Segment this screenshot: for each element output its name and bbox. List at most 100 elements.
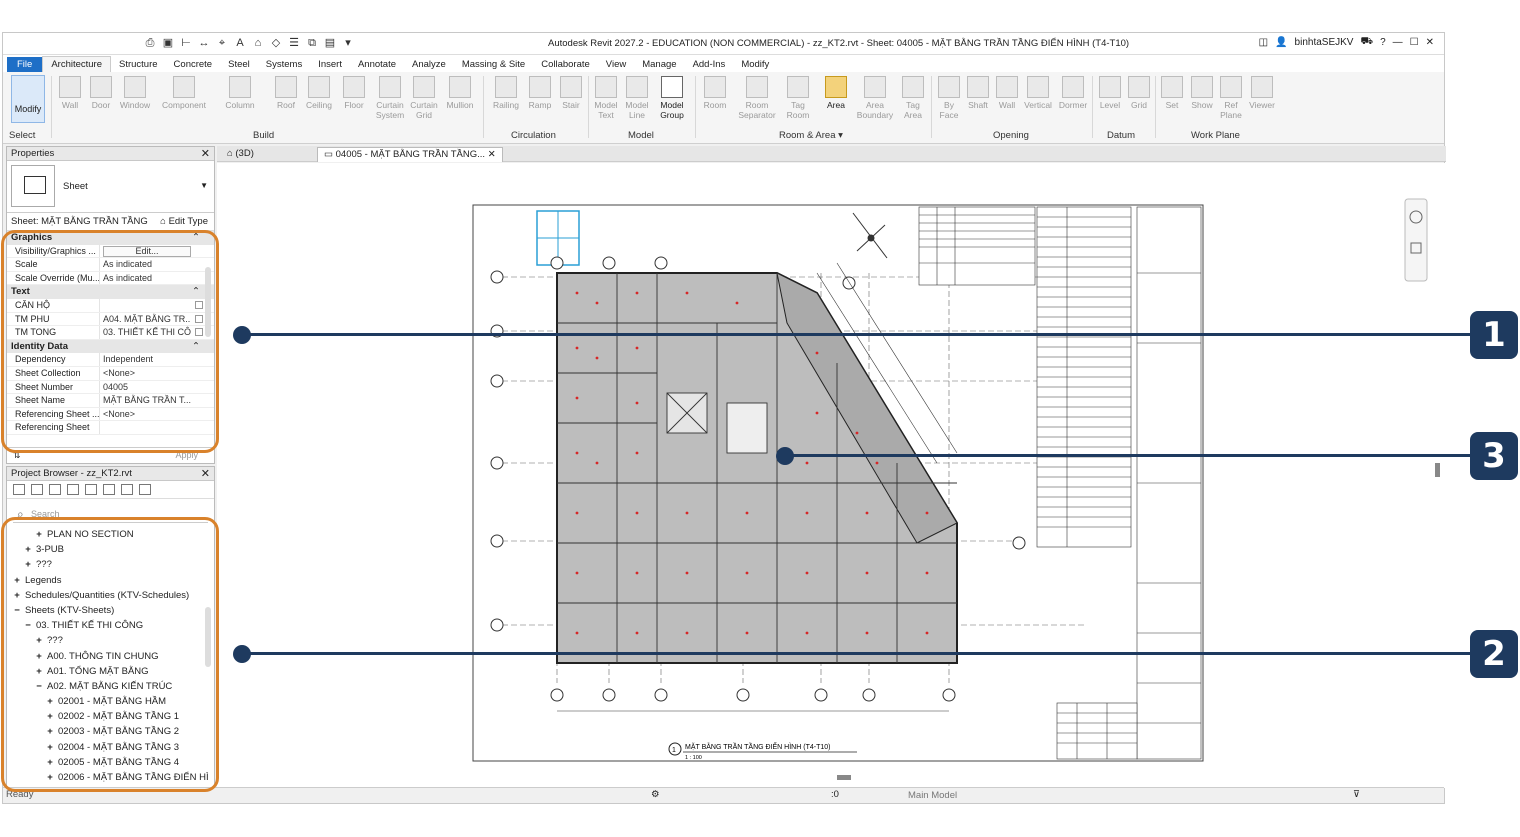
tab-structure[interactable]: Structure (111, 57, 166, 72)
tab-add-ins[interactable]: Add-Ins (685, 57, 734, 72)
user-name[interactable]: binhtaSEJKV (1295, 37, 1354, 48)
tag-icon[interactable]: ⌖ (215, 37, 229, 50)
user-icon[interactable]: 👤 (1275, 37, 1287, 48)
chevron-down-icon[interactable]: ▼ (200, 181, 208, 190)
by-face-button[interactable]: By Face (934, 76, 964, 120)
tab-modify[interactable]: Modify (733, 57, 777, 72)
viewer-button[interactable]: Viewer (1245, 76, 1279, 110)
tab-manage[interactable]: Manage (634, 57, 684, 72)
select-dropdown[interactable]: Select (9, 130, 35, 141)
close-tab-icon[interactable]: ✕ (488, 149, 496, 160)
modify-button[interactable]: Modify (11, 75, 45, 123)
properties-header: Properties ✕ (7, 147, 214, 161)
door-button[interactable]: Door (86, 76, 116, 110)
filter-icon[interactable] (139, 484, 151, 495)
families-icon[interactable] (85, 484, 97, 495)
curtain-system-button[interactable]: Curtain System (375, 76, 405, 120)
drawing-canvas[interactable]: 1 MẶT BẰNG TRẦN TẦNG ĐIỂN HÌNH (T4-T10) … (217, 163, 1446, 788)
column-button[interactable]: Column (225, 76, 255, 110)
binoculars-icon[interactable]: ◫ (1259, 37, 1268, 48)
close-icon[interactable]: ✕ (1426, 37, 1434, 48)
tab-3d-view[interactable]: ⌂ (3D) (221, 147, 260, 162)
railing-button[interactable]: Railing (489, 76, 523, 110)
customize-qat-icon[interactable]: ▾ (341, 37, 355, 50)
area-button[interactable]: Area (821, 76, 851, 110)
wall-opening-button[interactable]: Wall (992, 76, 1022, 110)
tab-file[interactable]: File (7, 57, 43, 72)
thin-lines-icon[interactable]: ☰ (287, 37, 301, 50)
tab-systems[interactable]: Systems (258, 57, 310, 72)
cart-icon[interactable]: ⛟ (1360, 36, 1373, 49)
mullion-button[interactable]: Mullion (443, 76, 477, 110)
wall-button[interactable]: Wall (55, 76, 85, 110)
ref-plane-button[interactable]: Ref Plane (1216, 76, 1246, 120)
measure-icon[interactable]: ⊢ (179, 37, 193, 50)
schedules-icon[interactable] (67, 484, 79, 495)
filter-icon[interactable]: ⊽ (1353, 789, 1360, 800)
help-icon[interactable]: ? (1380, 37, 1386, 48)
stair-button[interactable]: Stair (556, 76, 586, 110)
sheets-icon[interactable] (49, 484, 61, 495)
shaft-button[interactable]: Shaft (963, 76, 993, 110)
ceiling-button[interactable]: Ceiling (304, 76, 334, 110)
print-icon[interactable]: ⎙ (143, 37, 157, 50)
edit-type-button[interactable]: ⌂ Edit Type (160, 216, 208, 227)
model-line-button[interactable]: Model Line (622, 76, 652, 120)
tab-analyze[interactable]: Analyze (404, 57, 454, 72)
instance-selector[interactable]: Sheet: MẶT BẰNG TRẦN TẦNG ⌂ Edit Type (7, 213, 214, 231)
vertical-scrollbar[interactable] (1435, 463, 1440, 477)
vertical-button[interactable]: Vertical (1021, 76, 1055, 110)
close-browser-icon[interactable]: ✕ (201, 467, 210, 480)
text-icon[interactable]: A (233, 37, 247, 50)
set-button[interactable]: Set (1157, 76, 1187, 110)
component-button[interactable]: Component (159, 76, 209, 110)
close-windows-icon[interactable]: ⧉ (305, 37, 319, 50)
tag-area-button[interactable]: Tag Area (898, 76, 928, 120)
close-hidden-icon[interactable]: ▣ (161, 37, 175, 50)
home-icon[interactable] (13, 484, 25, 495)
tab-massing-site[interactable]: Massing & Site (454, 57, 533, 72)
panel-room-area[interactable]: Room & Area ▾ (779, 130, 843, 141)
model-text-button[interactable]: Model Text (591, 76, 621, 120)
quick-access-toolbar: ⎙ ▣ ⊢ ↔ ⌖ A ⌂ ◇ ☰ ⧉ ▤ ▾ (143, 37, 355, 50)
maximize-icon[interactable]: ☐ (1410, 37, 1419, 48)
area-boundary-button[interactable]: Area Boundary (855, 76, 895, 120)
3d-view-icon[interactable]: ⌂ (251, 37, 265, 50)
roof-button[interactable]: Roof (271, 76, 301, 110)
tab-concrete[interactable]: Concrete (166, 57, 221, 72)
worksharing-icon[interactable]: ⚙ (651, 789, 660, 800)
switch-windows-icon[interactable]: ▤ (323, 37, 337, 50)
ramp-button[interactable]: Ramp (525, 76, 555, 110)
dimension-icon[interactable]: ↔ (197, 37, 211, 50)
design-option-selector[interactable]: Main Model (908, 790, 957, 801)
tab-collaborate[interactable]: Collaborate (533, 57, 598, 72)
sheet-drawing[interactable]: 1 MẶT BẰNG TRẦN TẦNG ĐIỂN HÌNH (T4-T10) … (217, 163, 1446, 788)
dormer-button[interactable]: Dormer (1057, 76, 1089, 110)
tab-insert[interactable]: Insert (310, 57, 350, 72)
view-tabs: ⌂ (3D) ▭ 04005 - MẶT BẰNG TRẦN TẦNG... ✕ (217, 146, 1446, 162)
horizontal-scrollbar[interactable] (837, 775, 851, 780)
tab-annotate[interactable]: Annotate (350, 57, 404, 72)
tab-architecture[interactable]: Architecture (42, 56, 111, 72)
type-selector[interactable]: Sheet ▼ (7, 161, 214, 213)
curtain-grid-button[interactable]: Curtain Grid (409, 76, 439, 120)
floor-button[interactable]: Floor (339, 76, 369, 110)
close-properties-icon[interactable]: ✕ (201, 147, 210, 160)
level-button[interactable]: Level (1095, 76, 1125, 110)
groups-icon[interactable] (103, 484, 115, 495)
tag-room-button[interactable]: Tag Room (783, 76, 813, 120)
room-button[interactable]: Room (700, 76, 730, 110)
navigation-bar[interactable] (1404, 198, 1428, 282)
tab-steel[interactable]: Steel (220, 57, 258, 72)
room-separator-button[interactable]: Room Separator (737, 76, 777, 120)
window-button[interactable]: Window (117, 76, 153, 110)
show-button[interactable]: Show (1187, 76, 1217, 110)
views-icon[interactable] (31, 484, 43, 495)
model-group-button[interactable]: Model Group (654, 76, 690, 120)
links-icon[interactable] (121, 484, 133, 495)
tab-sheet-view[interactable]: ▭ 04005 - MẶT BẰNG TRẦN TẦNG... ✕ (317, 147, 503, 162)
tab-view[interactable]: View (598, 57, 634, 72)
section-icon[interactable]: ◇ (269, 37, 283, 50)
grid-button[interactable]: Grid (1124, 76, 1154, 110)
minimize-icon[interactable]: — (1393, 37, 1403, 48)
